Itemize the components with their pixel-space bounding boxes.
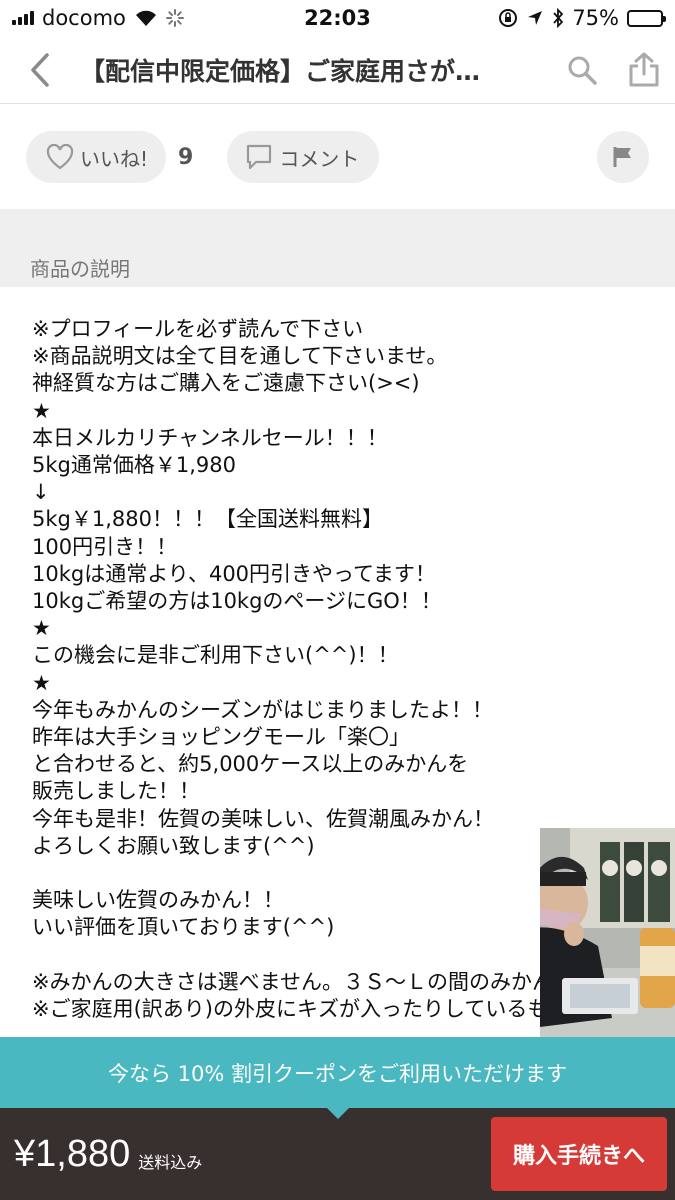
description-line: この機会に是非ご利用下さい(^^)！！ bbox=[32, 643, 399, 668]
wifi-icon bbox=[135, 10, 156, 26]
description-line: ★ bbox=[32, 670, 51, 695]
signal-strength-icon bbox=[12, 11, 34, 25]
item-actions: いいね! 9 コメント bbox=[0, 105, 675, 209]
location-arrow-icon bbox=[528, 11, 543, 25]
report-button[interactable] bbox=[597, 131, 649, 183]
bluetooth-icon bbox=[553, 8, 564, 28]
share-icon bbox=[629, 52, 659, 86]
description-line: 昨年は大手ショッピングモール「楽〇」 bbox=[32, 725, 410, 750]
status-bar: docomo 22:03 75% bbox=[0, 0, 675, 36]
item-price: ¥1,880 bbox=[14, 1132, 131, 1175]
description-line: 今年もみかんのシーズンがはじまりましたよ！！ bbox=[32, 697, 493, 722]
flag-icon bbox=[613, 147, 631, 167]
heart-icon bbox=[46, 144, 74, 170]
loading-spinner-icon bbox=[165, 9, 184, 27]
description-line: 神経質な方はご購入をご遠慮下さい(><) bbox=[32, 371, 420, 396]
rotation-lock-icon bbox=[499, 9, 518, 27]
description-line: ↓ bbox=[32, 480, 50, 505]
description-line: 10kgご希望の方は10kgのページにGO！！ bbox=[32, 589, 442, 614]
shipping-note: 送料込み bbox=[138, 1153, 203, 1172]
carrier-name: docomo bbox=[42, 6, 126, 30]
comment-label: コメント bbox=[279, 146, 360, 171]
purchase-button[interactable]: 購入手続きへ bbox=[491, 1117, 667, 1191]
live-video-pip[interactable] bbox=[540, 828, 675, 1070]
battery-icon bbox=[627, 9, 666, 27]
description-line: 5kg￥1,880！！！【全国送料無料】 bbox=[32, 507, 383, 532]
purchase-footer: ¥1,880 送料込み 購入手続きへ bbox=[0, 1108, 675, 1200]
description-line: ※商品説明文は全て目を通して下さいませ。 bbox=[32, 344, 448, 369]
description-line: ★ bbox=[32, 616, 51, 641]
status-right: 75% bbox=[498, 6, 666, 30]
description-line: 本日メルカリチャンネルセール！！！ bbox=[32, 425, 388, 450]
description-line: 100円引き！！ bbox=[32, 534, 178, 559]
description-line: と合わせると、約5,000ケース以上のみかんを bbox=[32, 752, 469, 777]
coupon-pointer bbox=[326, 1107, 350, 1119]
speech-bubble-icon bbox=[247, 144, 272, 170]
search-button[interactable] bbox=[551, 36, 613, 104]
search-icon bbox=[568, 56, 597, 85]
description-section-header: 商品の説明 bbox=[0, 209, 675, 287]
description-line: 5kg通常価格￥1,980 bbox=[32, 453, 236, 478]
chevron-left-icon bbox=[31, 52, 49, 87]
coupon-banner[interactable]: 今なら 10% 割引クーポンをご利用いただけます bbox=[0, 1037, 675, 1108]
description-line: ※プロフィールを必ず読んで下さい bbox=[32, 317, 364, 341]
like-count: 9 bbox=[178, 144, 194, 170]
section-title: 商品の説明 bbox=[30, 257, 130, 281]
page-title: 【配信中限定価格】ご家庭用さが… bbox=[80, 56, 481, 86]
description-line: ★ bbox=[32, 398, 51, 423]
navigation-bar: 【配信中限定価格】ご家庭用さが… bbox=[0, 36, 675, 104]
status-left: docomo bbox=[12, 6, 184, 30]
like-label: いいね! bbox=[80, 146, 149, 171]
comment-button[interactable]: コメント bbox=[227, 131, 380, 183]
like-button[interactable]: いいね! bbox=[26, 131, 167, 183]
live-video-frame bbox=[540, 828, 675, 1070]
coupon-text: 今なら 10% 割引クーポンをご利用いただけます bbox=[107, 1061, 568, 1086]
back-button[interactable] bbox=[0, 36, 80, 104]
battery-percentage: 75% bbox=[572, 6, 619, 30]
description-line: 10kgは通常より、400円引きやってます！ bbox=[32, 561, 436, 586]
share-button[interactable] bbox=[613, 36, 675, 104]
description-line: 販売しました！！ bbox=[32, 779, 200, 804]
